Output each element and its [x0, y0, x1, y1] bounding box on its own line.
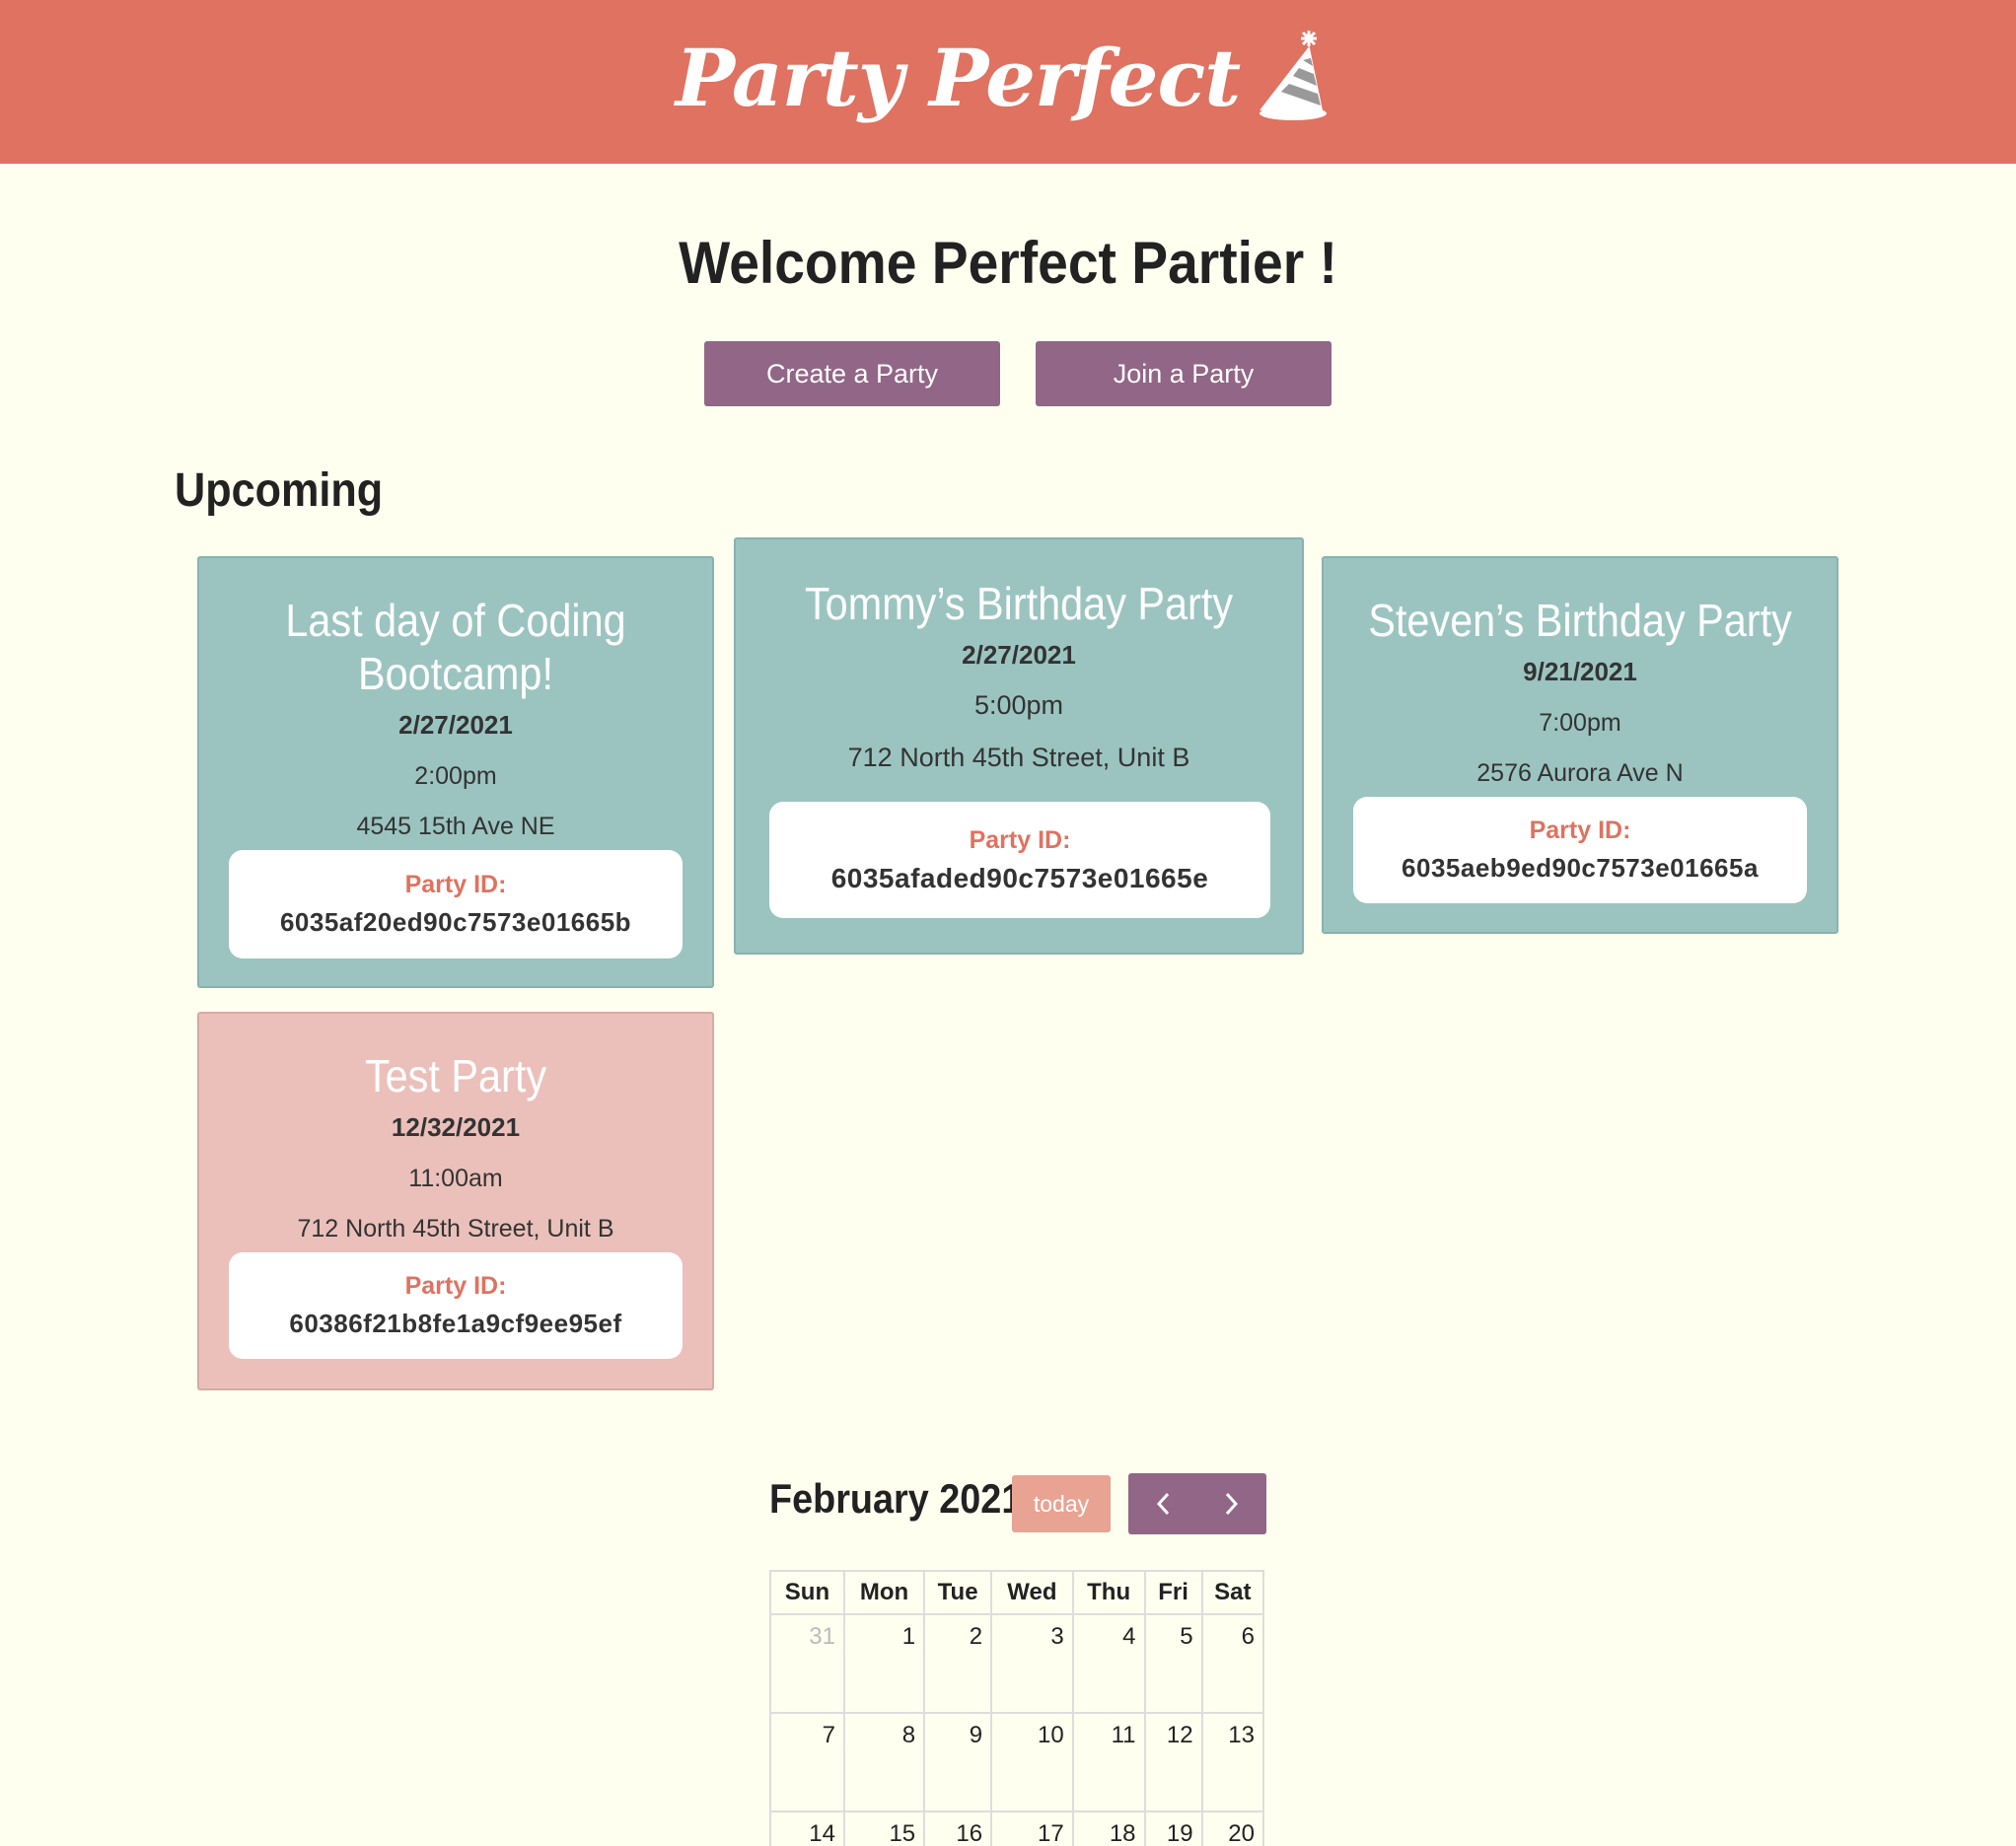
party-id-label: Party ID: — [969, 825, 1071, 854]
party-card[interactable]: Tommy’s Birthday Party 2/27/2021 5:00pm … — [734, 537, 1304, 955]
party-id-box: Party ID: 6035af20ed90c7573e01665b — [229, 850, 683, 958]
prev-month-button[interactable] — [1128, 1473, 1197, 1534]
party-title: Test Party — [364, 1050, 547, 1101]
join-party-button[interactable]: Join a Party — [1036, 341, 1332, 406]
party-address: 4545 15th Ave NE — [356, 813, 555, 840]
day-header: Tue — [923, 1570, 993, 1615]
party-address: 712 North 45th Street, Unit B — [297, 1215, 614, 1242]
app-header: Party Perfect — [0, 0, 2016, 164]
party-id-value: 6035aeb9ed90c7573e01665a — [1402, 853, 1759, 883]
calendar-day[interactable]: 8 — [842, 1712, 926, 1812]
welcome-heading: Welcome Perfect Partier ! — [679, 230, 1337, 296]
calendar-day[interactable]: 19 — [1143, 1810, 1203, 1846]
calendar-day[interactable]: 15 — [842, 1810, 926, 1846]
calendar-day[interactable]: 1 — [842, 1613, 926, 1714]
chevron-right-icon — [1225, 1492, 1239, 1516]
calendar-day[interactable]: 10 — [990, 1712, 1074, 1812]
party-id-label: Party ID: — [404, 871, 507, 898]
calendar-week: 7 8 9 10 11 12 13 — [769, 1712, 1265, 1812]
day-header: Wed — [990, 1570, 1074, 1615]
day-header: Mon — [842, 1570, 926, 1615]
calendar-day[interactable]: 16 — [923, 1810, 993, 1846]
party-address: 712 North 45th Street, Unit B — [847, 743, 1190, 772]
upcoming-heading: Upcoming — [175, 464, 384, 517]
calendar-nav — [1128, 1473, 1266, 1534]
calendar-week: 31 1 2 3 4 5 6 — [769, 1613, 1265, 1714]
calendar-day[interactable]: 11 — [1071, 1712, 1146, 1812]
calendar-day[interactable]: 20 — [1200, 1810, 1265, 1846]
party-time: 5:00pm — [973, 690, 1064, 720]
calendar-day[interactable]: 4 — [1071, 1613, 1146, 1714]
party-card[interactable]: Last day of Coding Bootcamp! 2/27/2021 2… — [197, 556, 714, 988]
party-date: 9/21/2021 — [1523, 657, 1637, 686]
party-id-value: 6035afaded90c7573e01665e — [830, 862, 1209, 893]
brand-title: Party Perfect — [675, 32, 1241, 124]
day-header: Fri — [1143, 1570, 1203, 1615]
calendar-week: 14 15 16 17 18 19 20 — [769, 1810, 1265, 1846]
calendar-day[interactable]: 9 — [923, 1712, 993, 1812]
party-card[interactable]: Test Party 12/32/2021 11:00am 712 North … — [197, 1012, 714, 1390]
calendar-day[interactable]: 2 — [923, 1613, 993, 1714]
party-id-value: 60386f21b8fe1a9cf9ee95ef — [289, 1309, 622, 1338]
party-date: 2/27/2021 — [962, 640, 1076, 670]
party-hat-icon — [1260, 31, 1328, 120]
party-card[interactable]: Steven’s Birthday Party 9/21/2021 7:00pm… — [1322, 556, 1838, 934]
calendar-day[interactable]: 13 — [1200, 1712, 1265, 1812]
party-title: Last day of Coding Bootcamp! — [285, 595, 626, 699]
calendar-day[interactable]: 7 — [769, 1712, 845, 1812]
calendar-header-row: Sun Mon Tue Wed Thu Fri Sat — [769, 1570, 1265, 1615]
party-id-box: Party ID: 6035afaded90c7573e01665e — [769, 802, 1270, 918]
party-address: 2576 Aurora Ave N — [1476, 759, 1684, 787]
party-id-value: 6035af20ed90c7573e01665b — [279, 907, 632, 937]
calendar-day[interactable]: 31 — [769, 1613, 845, 1714]
calendar-day[interactable]: 6 — [1200, 1613, 1265, 1714]
today-button[interactable]: today — [1012, 1475, 1111, 1532]
party-time: 2:00pm — [414, 762, 497, 790]
calendar-day[interactable]: 5 — [1143, 1613, 1203, 1714]
party-date: 2/27/2021 — [398, 710, 513, 740]
day-header: Thu — [1071, 1570, 1146, 1615]
next-month-button[interactable] — [1197, 1473, 1266, 1534]
day-header: Sun — [769, 1570, 845, 1615]
party-date: 12/32/2021 — [391, 1112, 521, 1142]
calendar-day[interactable]: 12 — [1143, 1712, 1203, 1812]
calendar-day[interactable]: 17 — [990, 1810, 1074, 1846]
party-time: 7:00pm — [1539, 709, 1621, 737]
calendar-day[interactable]: 18 — [1071, 1810, 1146, 1846]
party-title: Tommy’s Birthday Party — [804, 578, 1234, 629]
party-title: Steven’s Birthday Party — [1368, 595, 1792, 646]
calendar-title: February 2021 — [769, 1475, 1023, 1522]
chevron-left-icon — [1156, 1492, 1170, 1516]
calendar-day[interactable]: 3 — [990, 1613, 1074, 1714]
calendar-day[interactable]: 14 — [769, 1810, 845, 1846]
calendar-grid: Sun Mon Tue Wed Thu Fri Sat 31 1 2 3 4 5… — [769, 1570, 1265, 1846]
brand[interactable]: Party Perfect — [676, 27, 1331, 129]
party-id-label: Party ID: — [1529, 816, 1631, 844]
day-header: Sat — [1200, 1570, 1265, 1615]
party-time: 11:00am — [408, 1165, 503, 1192]
party-id-box: Party ID: 60386f21b8fe1a9cf9ee95ef — [229, 1252, 683, 1359]
party-id-label: Party ID: — [404, 1272, 507, 1300]
party-id-box: Party ID: 6035aeb9ed90c7573e01665a — [1353, 797, 1807, 903]
create-party-button[interactable]: Create a Party — [704, 341, 1000, 406]
